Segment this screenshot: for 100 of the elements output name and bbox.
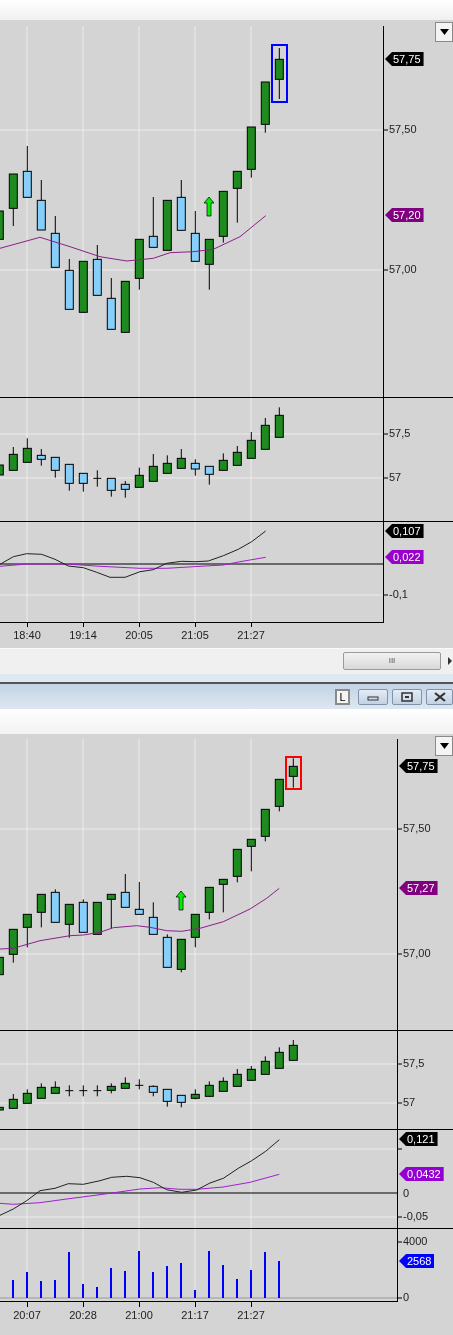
price-tag: 2568 [399, 1254, 435, 1268]
candle [0, 1106, 4, 1111]
time-label: 21:27 [236, 1309, 266, 1322]
axis-label: 57,00 [403, 947, 431, 960]
candle [190, 1088, 200, 1100]
axis-label: 57,00 [389, 263, 417, 276]
candle [0, 956, 4, 976]
time-label: 20:28 [68, 1309, 98, 1322]
candle [260, 417, 270, 450]
candle [260, 1055, 270, 1075]
candle [36, 893, 46, 928]
scrollbar-thumb[interactable]: III [343, 652, 441, 670]
candle [162, 199, 172, 251]
caret-icon [439, 743, 449, 749]
candle [260, 808, 270, 842]
candle [92, 469, 102, 488]
candle [218, 452, 228, 471]
axis-label: 57 [389, 471, 402, 484]
candle [190, 913, 200, 948]
candle [190, 210, 200, 262]
dropdown-button[interactable] [435, 22, 453, 42]
up-arrow-icon [175, 890, 187, 911]
candle [8, 173, 18, 227]
candle [274, 406, 284, 438]
candle [176, 938, 186, 973]
time-label: 20:05 [124, 629, 154, 642]
scrollbar[interactable]: III [0, 648, 453, 674]
candle [22, 437, 32, 463]
candle [232, 1068, 242, 1087]
axis-label: 0 [403, 1187, 410, 1200]
candle [8, 928, 18, 964]
candle [22, 1088, 32, 1104]
price-tag: 0,0432 [399, 1167, 444, 1181]
lock-button[interactable]: L [335, 688, 350, 705]
price-tag: 57,75 [385, 52, 424, 66]
candle [22, 913, 32, 948]
axis-label: 57,50 [389, 123, 417, 136]
candle [288, 1039, 298, 1061]
axis-label: -0,1 [389, 588, 408, 601]
candle [232, 445, 242, 466]
candle [274, 47, 284, 100]
candle [120, 873, 130, 908]
candle [204, 238, 214, 291]
close-icon [433, 691, 446, 702]
candle [148, 1084, 158, 1097]
candle [50, 888, 60, 923]
scroll-right-icon[interactable] [448, 657, 452, 665]
restore-button[interactable] [392, 688, 422, 705]
axis-label: 57,50 [403, 822, 431, 835]
candle [50, 456, 60, 479]
price-tag: 57,27 [399, 881, 438, 895]
candle [92, 1084, 102, 1097]
candle [204, 886, 214, 920]
candle [260, 81, 270, 134]
time-label: 20:07 [12, 1309, 42, 1322]
caret-icon [439, 29, 449, 35]
candle [36, 179, 46, 231]
candle [134, 467, 144, 488]
candle [162, 933, 172, 968]
close-button[interactable] [426, 688, 453, 705]
candle [64, 463, 74, 492]
dropdown-button[interactable] [435, 736, 453, 756]
candle [106, 1082, 116, 1094]
candle [246, 431, 256, 459]
candle [36, 448, 46, 467]
candle [218, 878, 228, 913]
candle [120, 280, 130, 333]
candle [8, 1093, 18, 1109]
candle [8, 446, 18, 471]
candle [190, 458, 200, 477]
candle [22, 145, 32, 198]
candle [232, 848, 242, 883]
candle [50, 215, 60, 268]
axis-label: 57 [403, 1096, 416, 1109]
candle [246, 126, 256, 179]
axis-label: 57,5 [389, 427, 411, 440]
time-label: 21:05 [180, 629, 210, 642]
time-label: 21:27 [236, 629, 266, 642]
price-tag: 57,20 [385, 208, 424, 222]
price-tag: 57,75 [399, 759, 438, 773]
candle [0, 464, 4, 476]
axis-label: 0 [403, 1291, 410, 1304]
grip-label: III [388, 657, 396, 665]
candle [148, 196, 158, 248]
candle [204, 465, 214, 486]
candle [288, 757, 298, 789]
candle [148, 453, 158, 482]
candle [50, 1080, 60, 1094]
time-label: 19:14 [68, 629, 98, 642]
candle [274, 778, 284, 812]
candle [218, 1076, 228, 1092]
up-arrow-icon [203, 196, 215, 217]
candle [232, 170, 242, 224]
candle [176, 1094, 186, 1108]
price-tag: 0,022 [385, 550, 424, 564]
axis-label: 57,5 [403, 1057, 425, 1070]
time-label: 18:40 [12, 629, 42, 642]
restore-icon [401, 691, 413, 702]
candle [106, 477, 116, 498]
candle [64, 258, 74, 310]
